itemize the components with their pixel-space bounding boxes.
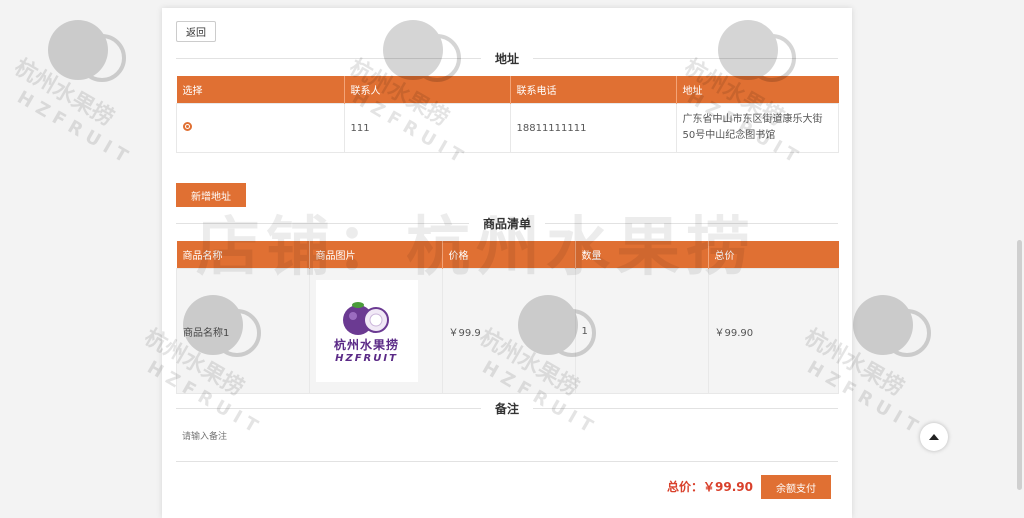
col-phone: 联系电话 [510,76,677,104]
col-select: 选择 [176,76,345,104]
col-price: 价格 [442,241,576,269]
price-cell: ￥99.9 [441,268,576,394]
table-row[interactable]: 111 18811111111 广东省中山市东区街道康乐大街50号中山纪念图书馆 [176,103,839,153]
goods-section-title: 商品清单 [176,213,838,233]
back-button[interactable]: 返回 [176,21,216,42]
phone-cell: 18811111111 [509,103,677,153]
brand-watermark-cn: 杭州水果捞 [9,54,118,132]
brand-watermark-en: HZFRUIT [13,86,137,171]
address-table-header: 选择 联系人 联系电话 地址 [176,76,839,104]
total-price: 总价：￥99.90 [667,480,753,494]
goods-image-brand-en: HZFRUIT [335,353,398,364]
total-cell: ￥99.90 [707,268,839,394]
remark-input[interactable] [176,423,838,462]
mangosteen-icon [342,302,389,335]
goods-table-header: 商品名称 商品图片 价格 数量 总价 [176,241,839,269]
col-total: 总价 [708,241,839,269]
address-section-title: 地址 [176,48,838,68]
balance-pay-button[interactable]: 余额支付 [761,475,831,499]
col-qty: 数量 [575,241,709,269]
qty-cell: 1 [574,268,709,394]
remark-section-title: 备注 [176,398,838,418]
goods-image: 杭州水果捞 HZFRUIT [315,280,418,382]
mangosteen-watermark-icon [853,295,931,357]
goods-name-cell: 商品名称1 [176,268,310,394]
page-scrollbar[interactable] [1017,240,1022,490]
address-cell: 广东省中山市东区街道康乐大街50号中山纪念图书馆 [675,103,839,153]
checkout-card: 返回 地址 选择 联系人 联系电话 地址 111 18811111111 广东省… [162,8,852,518]
scroll-to-top-button[interactable] [920,423,948,451]
table-row: 商品名称1 杭州水果捞 HZFRUIT ￥99.9 1 ￥99.90 [176,268,839,394]
goods-table: 商品名称 商品图片 价格 数量 总价 商品名称1 杭州水果捞 HZFRUIT ￥… [176,241,839,394]
address-radio-selected[interactable] [183,122,192,131]
col-goods-image: 商品图片 [309,241,443,269]
address-table: 选择 联系人 联系电话 地址 111 18811111111 广东省中山市东区街… [176,76,839,153]
col-contact: 联系人 [344,76,511,104]
col-address: 地址 [676,76,839,104]
col-goods-name: 商品名称 [176,241,310,269]
goods-image-brand-cn: 杭州水果捞 [333,338,399,352]
add-address-button[interactable]: 新增地址 [176,183,246,207]
mangosteen-watermark-icon [48,20,126,82]
contact-cell: 111 [343,103,511,153]
